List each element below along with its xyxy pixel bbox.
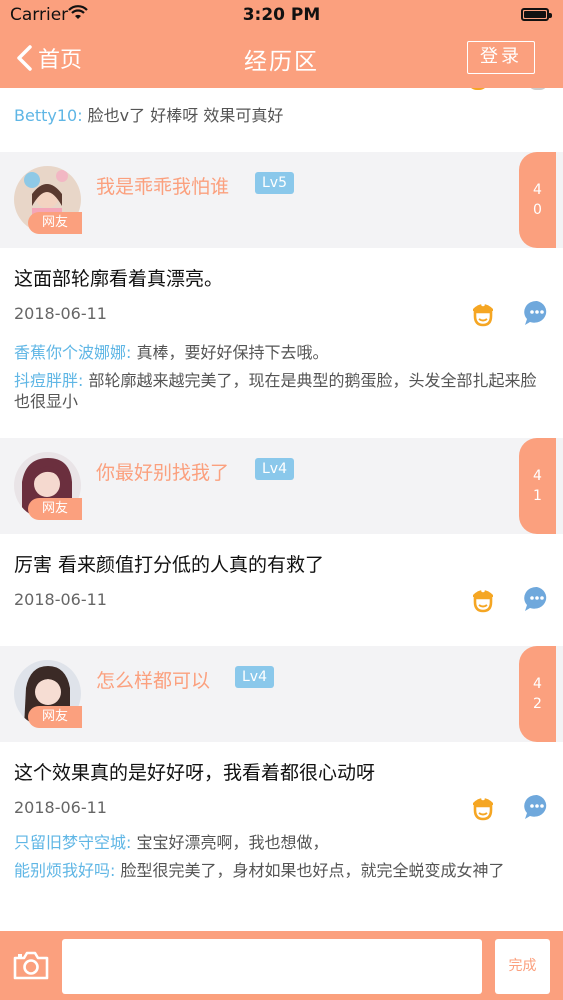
reply-text: 脸型很完美了，身材如果也好点，就完全蜕变成女神了 <box>115 861 505 880</box>
post-header: 网友 你最好别找我了 Lv4 4 1 <box>0 438 563 534</box>
post-card: 网友 怎么样都可以 Lv4 4 2 这个效果真的是好好呀，我看着都很心动呀 20… <box>0 646 563 931</box>
floor-digit: 4 <box>533 182 542 198</box>
reply-item: 香蕉你个波娜娜: 真棒，要好好保持下去哦。 <box>14 342 544 363</box>
level-badge: Lv4 <box>255 458 294 480</box>
floor-digit: 4 <box>533 676 542 692</box>
comment-input[interactable] <box>62 939 482 994</box>
floor-number[interactable]: 4 1 <box>519 438 556 534</box>
chat-bubble-icon <box>528 88 548 90</box>
police-avatar-icon[interactable] <box>468 792 498 822</box>
comment-bar: 完成 <box>0 931 563 1000</box>
police-avatar-icon[interactable] <box>468 298 498 328</box>
post-header: 网友 怎么样都可以 Lv4 4 2 <box>0 646 563 742</box>
reply-user[interactable]: 只留旧梦守空城: <box>14 833 131 852</box>
username[interactable]: 你最好别找我了 <box>96 458 229 485</box>
level-badge: Lv5 <box>255 172 294 194</box>
post-text: 这个效果真的是好好呀，我看着都很心动呀 <box>14 762 376 784</box>
chat-bubble-icon[interactable] <box>522 298 552 328</box>
reply-user[interactable]: 能别烦我好吗: <box>14 861 115 880</box>
clock: 3:20 PM <box>242 5 321 25</box>
police-avatar-icon <box>467 88 489 90</box>
status-bar: Carrier 3:20 PM <box>0 0 563 30</box>
reply-item: 能别烦我好吗: 脸型很完美了，身材如果也好点，就完全蜕变成女神了 <box>14 860 544 881</box>
nav-bar: 首页 经历区 登录 <box>0 30 563 86</box>
chat-bubble-icon[interactable] <box>522 792 552 822</box>
post-text: 厉害 看来颜值打分低的人真的有救了 <box>14 554 325 576</box>
reply-text: 宝宝好漂亮啊，我也想做， <box>131 833 329 852</box>
floor-digit: 0 <box>533 202 542 218</box>
reply-item: Betty10: 脸也v了 好棒呀 效果可真好 <box>14 102 283 126</box>
reply-text: 部轮廓越来越完美了，现在是典型的鹅蛋脸，头发全部扎起来脸也很显小 <box>14 371 537 411</box>
login-button[interactable]: 登录 <box>467 41 535 74</box>
reply-text: 真棒，要好好保持下去哦。 <box>131 343 329 362</box>
floor-digit: 2 <box>533 696 542 712</box>
post-date: 2018-06-11 <box>14 304 107 323</box>
header: Carrier 3:20 PM 首页 经历区 登录 <box>0 0 563 88</box>
reply-user[interactable]: Betty10: <box>14 106 83 125</box>
post-date: 2018-06-11 <box>14 590 107 609</box>
done-button[interactable]: 完成 <box>495 939 550 994</box>
reply-user[interactable]: 香蕉你个波娜娜: <box>14 343 131 362</box>
reply-text: 脸也v了 好棒呀 效果可真好 <box>82 106 284 125</box>
post-header: 网友 我是乖乖我怕谁 Lv5 4 0 <box>0 152 563 248</box>
chat-bubble-icon[interactable] <box>522 584 552 614</box>
user-tag: 网友 <box>28 706 82 728</box>
post-card: 网友 我是乖乖我怕谁 Lv5 4 0 这面部轮廓看着真漂亮。 2018-06-1… <box>0 152 563 442</box>
camera-icon[interactable] <box>12 949 50 981</box>
reply-item: 抖痘胖胖: 部轮廓越来越完美了，现在是典型的鹅蛋脸，头发全部扎起来脸也很显小 <box>14 370 544 412</box>
user-tag: 网友 <box>28 212 82 234</box>
post-card: 网友 你最好别找我了 Lv4 4 1 厉害 看来颜值打分低的人真的有救了 201… <box>0 438 563 638</box>
post-text: 这面部轮廓看着真漂亮。 <box>14 268 224 290</box>
user-tag: 网友 <box>28 498 82 520</box>
username[interactable]: 我是乖乖我怕谁 <box>96 172 229 199</box>
reply-item: 只留旧梦守空城: 宝宝好漂亮啊，我也想做， <box>14 832 544 853</box>
battery-icon <box>521 8 552 21</box>
username[interactable]: 怎么样都可以 <box>96 666 210 693</box>
reply-user[interactable]: 抖痘胖胖: <box>14 371 83 390</box>
level-badge: Lv4 <box>235 666 274 688</box>
police-avatar-icon[interactable] <box>468 584 498 614</box>
post-date: 2018-06-11 <box>14 798 107 817</box>
floor-number[interactable]: 4 0 <box>519 152 556 248</box>
post-list[interactable]: Betty10: 脸也v了 好棒呀 效果可真好 网友 我是乖乖我怕谁 Lv5 4… <box>0 88 563 931</box>
floor-digit: 4 <box>533 468 542 484</box>
floor-number[interactable]: 4 2 <box>519 646 556 742</box>
floor-digit: 1 <box>533 488 542 504</box>
